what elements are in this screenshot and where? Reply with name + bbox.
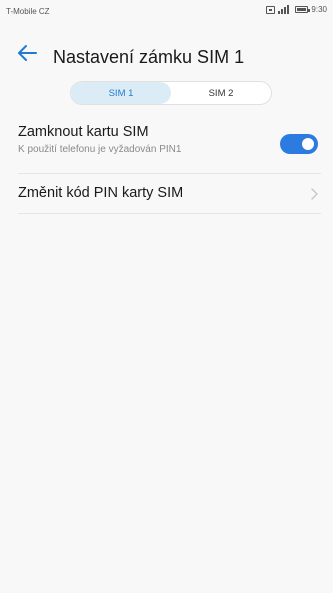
sim-tabs: SIM 1 SIM 2 xyxy=(70,81,272,105)
page-title: Nastavení zámku SIM 1 xyxy=(53,47,245,67)
divider xyxy=(18,173,321,174)
change-pin-title: Změnit kód PIN karty SIM xyxy=(18,185,184,201)
change-pin-row[interactable]: Změnit kód PIN karty SIM xyxy=(0,176,333,212)
sim-icon xyxy=(266,5,276,14)
lock-sim-toggle[interactable] xyxy=(280,134,318,154)
lock-sim-subtitle: K použití telefonu je vyžadován PIN1 xyxy=(18,144,182,155)
divider xyxy=(18,213,321,214)
tab-sim1[interactable]: SIM 1 xyxy=(71,82,171,104)
clock: 9:30 xyxy=(311,5,327,14)
lock-sim-row[interactable]: Zamknout kartu SIM K použití telefonu je… xyxy=(0,120,333,168)
status-icons: 9:30 xyxy=(266,5,327,14)
signal-icon xyxy=(278,5,292,14)
status-bar: T-Mobile CZ 9:30 xyxy=(0,0,333,20)
screen: T-Mobile CZ 9:30 Nastavení zámku SIM 1 S… xyxy=(0,0,333,593)
lock-sim-title: Zamknout kartu SIM xyxy=(18,124,149,140)
carrier-name: T-Mobile CZ xyxy=(6,7,50,16)
tab-sim2[interactable]: SIM 2 xyxy=(171,82,271,104)
battery-icon xyxy=(295,6,311,13)
app-header: Nastavení zámku SIM 1 xyxy=(0,38,333,74)
chevron-right-icon xyxy=(311,188,318,200)
back-arrow-icon[interactable] xyxy=(14,40,40,66)
